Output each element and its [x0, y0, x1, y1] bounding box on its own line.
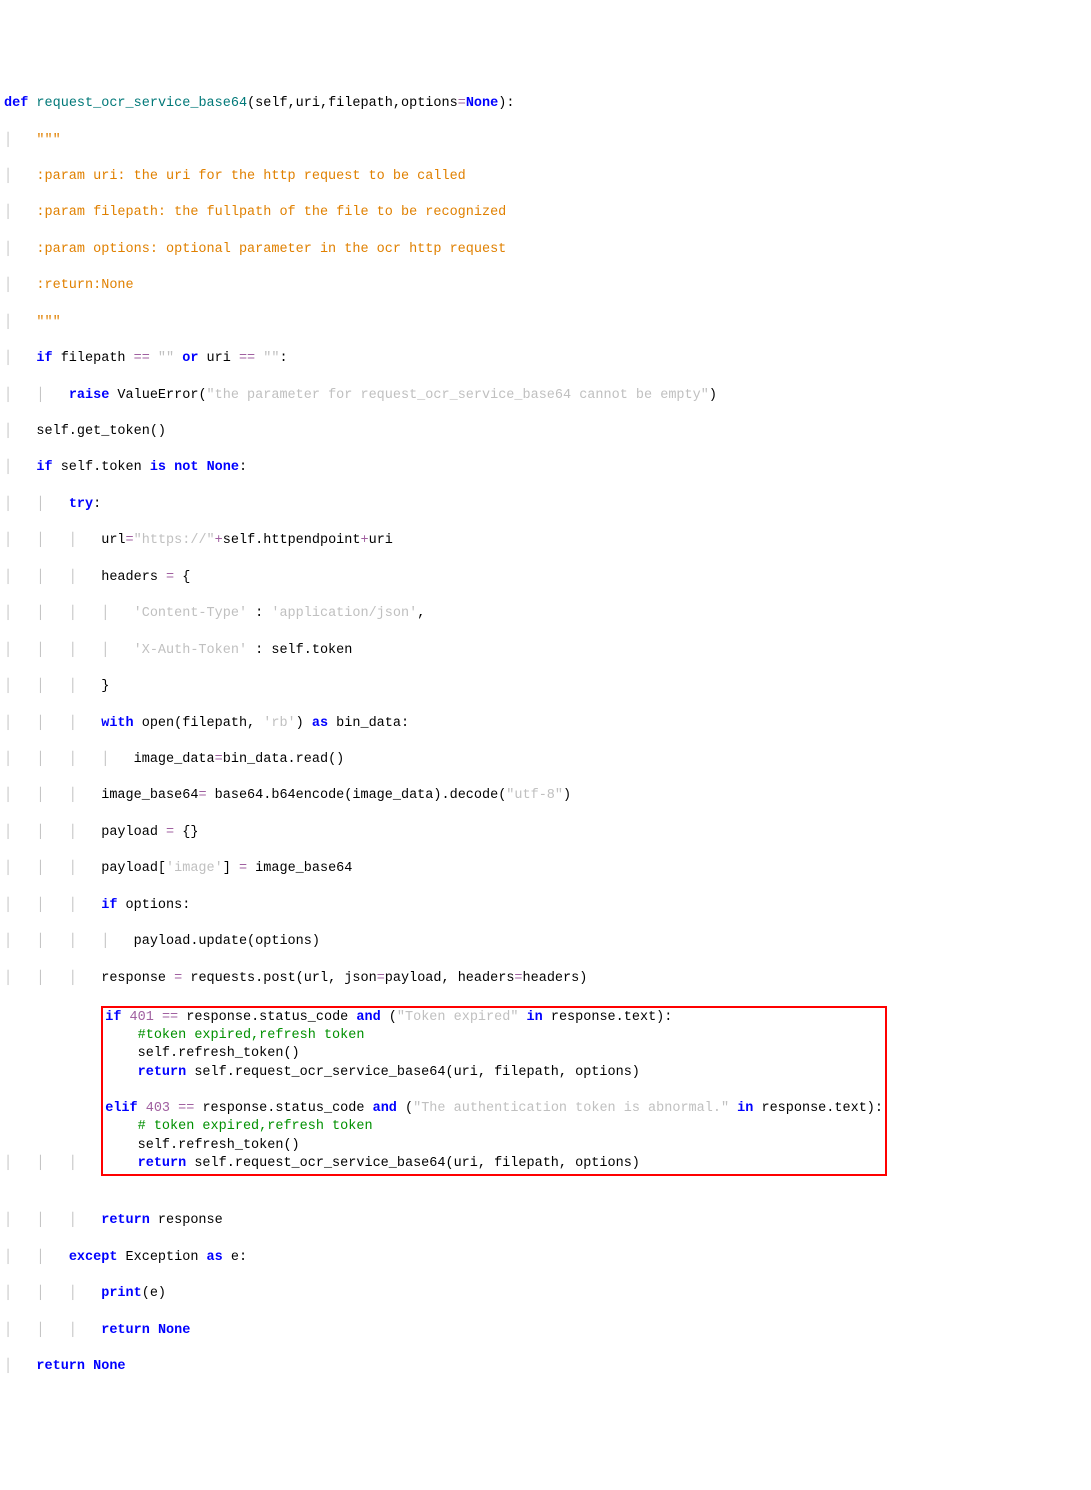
code-line: │ │ │ │ 'X-Auth-Token' : self.token — [4, 642, 1087, 660]
code-line: │ :param uri: the uri for the http reque… — [4, 168, 1087, 186]
code-line: │ │ │ } — [4, 678, 1087, 696]
code-line: │ :param filepath: the fullpath of the f… — [4, 204, 1087, 222]
code-line: │ │ │ headers = { — [4, 569, 1087, 587]
highlight-box-start: │ │ │ if 401 == response.status_code and… — [4, 1006, 1087, 1176]
code-line: │ │ │ print(e) — [4, 1285, 1087, 1303]
code-line: │ """ — [4, 314, 1087, 332]
code-line: │ :param options: optional parameter in … — [4, 241, 1087, 259]
code-line: │ if self.token is not None: — [4, 459, 1087, 477]
code-line: │ │ │ │ 'Content-Type' : 'application/js… — [4, 605, 1087, 623]
code-line: │ │ raise ValueError("the parameter for … — [4, 387, 1087, 405]
code-line: │ │ │ with open(filepath, 'rb') as bin_d… — [4, 715, 1087, 733]
code-line: │ │ │ │ image_data=bin_data.read() — [4, 751, 1087, 769]
code-line: │ │ try: — [4, 496, 1087, 514]
code-line: │ │ │ payload = {} — [4, 824, 1087, 842]
code-line: │ │ │ return None — [4, 1322, 1087, 1340]
code-line: │ │ │ image_base64= base64.b64encode(ima… — [4, 787, 1087, 805]
code-line: def request_ocr_service_base64(self,uri,… — [4, 95, 1087, 113]
code-line: │ │ │ url="https://"+self.httpendpoint+u… — [4, 532, 1087, 550]
highlighted-region: if 401 == response.status_code and ("Tok… — [101, 1006, 887, 1176]
code-line: │ │ │ response = requests.post(url, json… — [4, 970, 1087, 988]
code-line: │ return None — [4, 1358, 1087, 1376]
code-line: │ if filepath == "" or uri == "": — [4, 350, 1087, 368]
code-line: │ │ │ return response — [4, 1212, 1087, 1230]
code-line: │ │ │ payload['image'] = image_base64 — [4, 860, 1087, 878]
code-block: def request_ocr_service_base64(self,uri,… — [4, 77, 1087, 1395]
code-line: │ │ except Exception as e: — [4, 1249, 1087, 1267]
code-line: │ │ │ if options: — [4, 897, 1087, 915]
code-line: │ """ — [4, 132, 1087, 150]
code-line: │ │ │ │ payload.update(options) — [4, 933, 1087, 951]
code-line: │ self.get_token() — [4, 423, 1087, 441]
code-line: │ :return:None — [4, 277, 1087, 295]
